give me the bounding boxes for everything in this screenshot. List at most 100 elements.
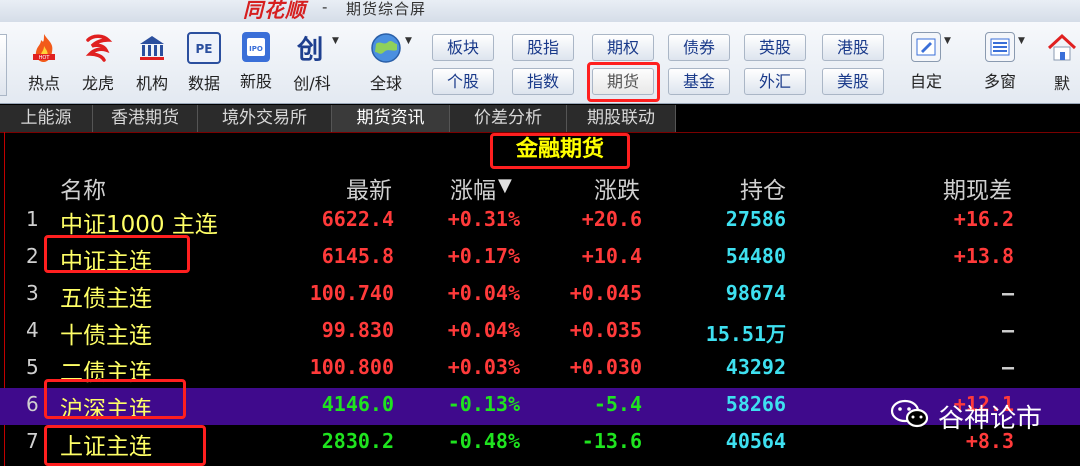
header-latest[interactable]: 最新 — [346, 171, 392, 205]
market-button-sector[interactable]: 板块 — [432, 34, 494, 61]
row-index: 4 — [26, 318, 39, 342]
tool-default[interactable]: 默 — [1042, 32, 1080, 96]
chevron-down-icon[interactable]: ▼ — [332, 36, 339, 46]
header-change-pct[interactable]: 涨幅 — [450, 171, 496, 205]
market-button-us-stocks[interactable]: 美股 — [822, 68, 884, 95]
toolbar-edge-control[interactable] — [0, 34, 7, 96]
basis: – — [1001, 318, 1014, 342]
tool-dragon-tiger[interactable]: 龙虎 — [74, 32, 122, 96]
row-index: 5 — [26, 355, 39, 379]
watermark-text: 谷神论市 — [938, 403, 1043, 434]
row-index: 6 — [26, 392, 39, 416]
tool-label: 机构 — [135, 74, 168, 93]
change: -5.4 — [593, 392, 642, 416]
tool-institution[interactable]: 机构 — [128, 32, 176, 96]
customize-icon — [911, 32, 941, 62]
tool-multi-window[interactable]: 多窗 — [976, 32, 1024, 96]
chevron-down-icon[interactable]: ▼ — [405, 36, 412, 46]
header-name[interactable]: 名称 — [60, 171, 106, 205]
change: +0.035 — [569, 318, 642, 342]
latest-price: 100.800 — [309, 355, 394, 379]
tab-overseas-exchange[interactable]: 境外交易所 — [198, 105, 332, 132]
tab-shanghai-energy[interactable]: 上能源 — [0, 105, 93, 132]
section-header: 金融期货 — [0, 133, 1080, 169]
tool-customize[interactable]: 自定 — [902, 32, 950, 96]
latest-price: 100.740 — [309, 281, 394, 305]
watermark: 谷神论市 — [890, 396, 1042, 436]
market-button-funds[interactable]: 基金 — [668, 68, 730, 95]
tool-global[interactable]: 全球 — [362, 32, 410, 96]
market-button-futures[interactable]: 期货 — [592, 68, 654, 95]
tool-label: 创/科 — [293, 74, 331, 93]
table-row[interactable]: 5 二债主连 100.800 +0.03% +0.030 43292 – — [0, 351, 1080, 388]
tab-futures-news[interactable]: 期货资讯 — [332, 105, 450, 132]
header-change[interactable]: 涨跌 — [594, 171, 640, 205]
tool-data[interactable]: PE 数据 — [180, 32, 228, 96]
latest-price: 4146.0 — [321, 392, 394, 416]
market-button-stock-index[interactable]: 股指 — [512, 34, 574, 61]
tool-ipo[interactable]: IPO 新股 — [232, 32, 280, 96]
market-button-individual-stock[interactable]: 个股 — [432, 68, 494, 95]
row-index: 3 — [26, 281, 39, 305]
ipo-icon: IPO — [242, 32, 270, 62]
change-pct: +0.04% — [447, 318, 520, 342]
open-interest: 54480 — [725, 244, 786, 268]
table-row[interactable]: 4 十债主连 99.830 +0.04% +0.035 15.51万 – — [0, 314, 1080, 351]
change: +20.6 — [581, 207, 642, 231]
tool-label: 龙虎 — [81, 74, 114, 93]
table-row[interactable]: 1 中证1000 主连 6622.4 +0.31% +20.6 27586 +1… — [0, 203, 1080, 240]
tool-chuang-ke[interactable]: 创 创/科 — [288, 32, 336, 96]
open-interest: 58266 — [725, 392, 786, 416]
table-row[interactable]: 3 五债主连 100.740 +0.04% +0.045 98674 – — [0, 277, 1080, 314]
tool-label: 数据 — [187, 74, 220, 93]
contract-name: 十债主连 — [60, 323, 152, 349]
market-button-uk-stocks[interactable]: 英股 — [744, 34, 806, 61]
chuang-icon: 创 — [296, 32, 328, 64]
hot-flame-icon: HOT — [28, 32, 60, 64]
latest-price: 6145.8 — [321, 244, 394, 268]
open-interest: 98674 — [725, 281, 786, 305]
latest-price: 2830.2 — [321, 429, 394, 453]
header-basis[interactable]: 期现差 — [943, 171, 1012, 205]
table-row[interactable]: 2 中证主连 6145.8 +0.17% +10.4 54480 +13.8 — [0, 240, 1080, 277]
basis: +13.8 — [953, 244, 1014, 268]
toolbar: HOT 热点 龙虎 机构 PE 数据 IPO 新股 创 创/科 ▼ 全球 ▼ 板… — [0, 22, 1080, 104]
svg-text:HOT: HOT — [39, 55, 51, 61]
tab-futures-stock-link[interactable]: 期股联动 — [567, 105, 676, 132]
title-bar: 同花顺 - 期货综合屏 — [0, 0, 1080, 22]
tool-hot[interactable]: HOT 热点 — [20, 32, 68, 96]
svg-text:IPO: IPO — [249, 45, 263, 53]
contract-name: 二债主连 — [60, 360, 152, 386]
contract-name: 沪深主连 — [60, 397, 152, 423]
market-button-forex[interactable]: 外汇 — [744, 68, 806, 95]
chevron-down-icon[interactable]: ▼ — [1018, 36, 1025, 46]
globe-icon — [370, 32, 402, 64]
multi-window-icon — [985, 32, 1015, 62]
tool-label: 新股 — [239, 72, 272, 91]
tab-hk-futures[interactable]: 香港期货 — [93, 105, 198, 132]
header-open-interest[interactable]: 持仓 — [740, 171, 786, 205]
section-title: 金融期货 — [515, 137, 604, 162]
market-button-hk-stocks[interactable]: 港股 — [822, 34, 884, 61]
change-pct: +0.31% — [447, 207, 520, 231]
chevron-down-icon[interactable]: ▼ — [944, 36, 951, 46]
tab-spread-analysis[interactable]: 价差分析 — [450, 105, 567, 132]
change-pct: +0.17% — [447, 244, 520, 268]
window-title: 期货综合屏 — [346, 0, 427, 18]
tool-label: 全球 — [369, 74, 402, 93]
basis: – — [1001, 281, 1014, 305]
svg-text:PE: PE — [196, 42, 213, 56]
dragon-tiger-icon — [82, 32, 114, 64]
contract-name: 上证主连 — [60, 434, 152, 460]
basis: – — [1001, 355, 1014, 379]
title-separator: - — [322, 0, 328, 16]
market-button-bonds[interactable]: 债券 — [668, 34, 730, 61]
contract-name: 中证1000 主连 — [60, 212, 218, 238]
latest-price: 99.830 — [321, 318, 394, 342]
tool-label: 热点 — [27, 74, 60, 93]
market-button-index[interactable]: 指数 — [512, 68, 574, 95]
tool-label: 默 — [1054, 74, 1071, 93]
open-interest: 40564 — [725, 429, 786, 453]
market-button-options[interactable]: 期权 — [592, 34, 654, 61]
sort-down-arrow-icon: ▼ — [498, 175, 512, 196]
